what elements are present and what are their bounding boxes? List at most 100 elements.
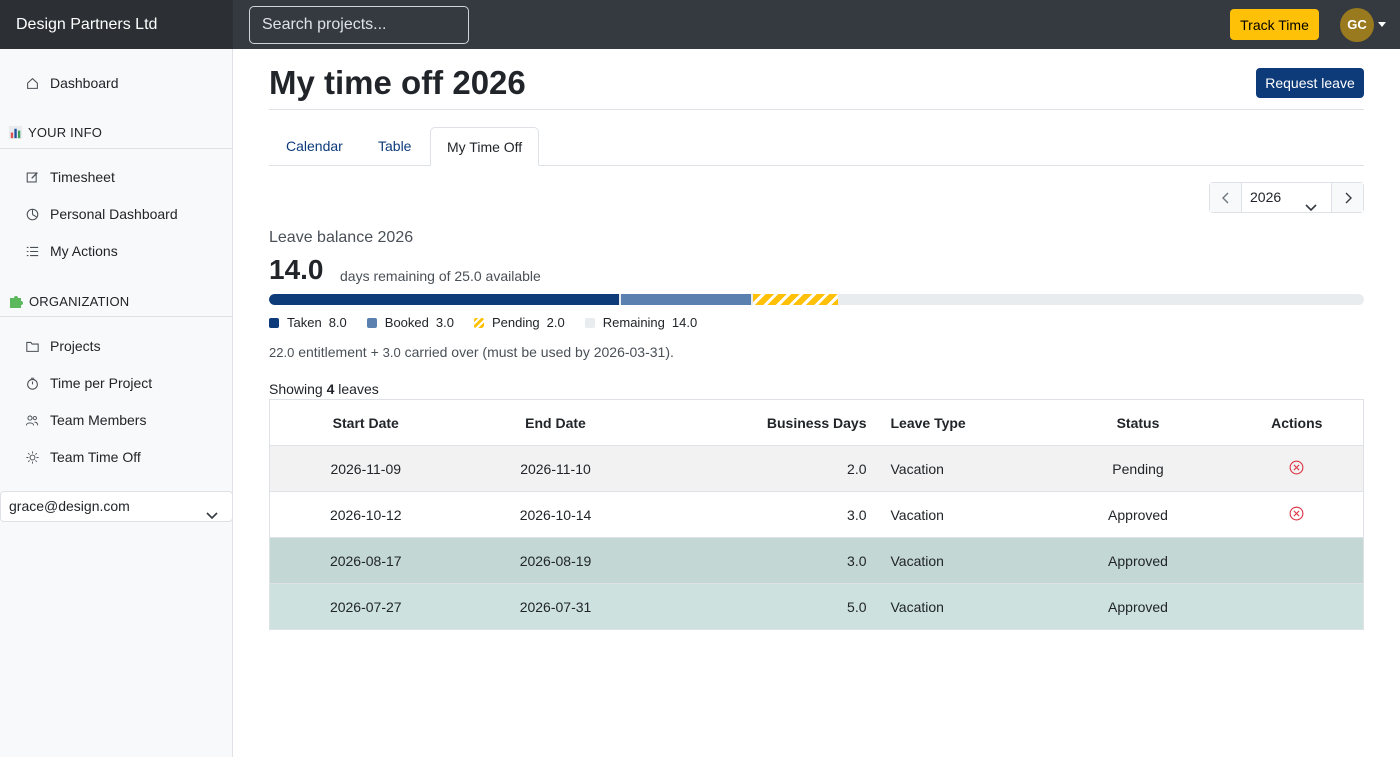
- track-time-button[interactable]: Track Time: [1230, 9, 1319, 40]
- column-header: Actions: [1230, 399, 1364, 446]
- legend-pending: Pending 2.0: [473, 315, 565, 330]
- business-days-cell: 2.0: [649, 445, 879, 492]
- status-cell: Approved: [1045, 491, 1231, 538]
- showing-count: Showing 4 leaves: [269, 381, 379, 397]
- search-input[interactable]: [249, 6, 469, 44]
- leaves-table: Start Date End Date Business Days Leave …: [269, 399, 1364, 630]
- table-row: 2026-10-12 2026-10-14 3.0 Vacation Appro…: [269, 491, 1364, 538]
- actions-cell: [1230, 445, 1364, 492]
- sidebar-item-time-per-project[interactable]: Time per Project: [24, 373, 152, 393]
- sidebar-item-label: Timesheet: [50, 169, 115, 185]
- leave-type-cell: Vacation: [878, 537, 1046, 584]
- table-row: 2026-08-17 2026-08-19 3.0 Vacation Appro…: [269, 537, 1364, 584]
- bar-segment-pending: [752, 294, 839, 305]
- end-date-cell: 2026-10-14: [461, 491, 650, 538]
- sidebar-item-dashboard[interactable]: Dashboard: [24, 73, 119, 93]
- actions-cell: [1230, 491, 1364, 538]
- sidebar: Dashboard YOUR INFO Timesheet Personal D…: [0, 49, 233, 757]
- section-heading-your-info: YOUR INFO: [8, 125, 102, 140]
- sidebar-item-my-actions[interactable]: My Actions: [24, 241, 118, 261]
- tab-calendar[interactable]: Calendar: [270, 127, 359, 166]
- sidebar-item-label: Dashboard: [50, 75, 119, 91]
- remaining-days-text: days remaining of 25.0 available: [340, 268, 541, 284]
- home-icon: [24, 75, 40, 91]
- title-divider: [269, 109, 1364, 110]
- business-days-cell: 3.0: [649, 537, 879, 584]
- sidebar-item-team-members[interactable]: Team Members: [24, 410, 146, 430]
- legend-swatch: [584, 317, 595, 328]
- cancel-leave-icon[interactable]: [1289, 506, 1304, 524]
- chevron-down-icon: [206, 501, 218, 530]
- bar-segment-taken: [269, 294, 620, 305]
- avatar[interactable]: GC: [1340, 8, 1374, 42]
- sidebar-item-personal-dashboard[interactable]: Personal Dashboard: [24, 204, 178, 224]
- people-icon: [24, 412, 40, 428]
- year-navigator: 2026: [1209, 182, 1364, 213]
- leave-balance-legend: Taken 8.0 Booked 3.0 Pending 2.0 Remaini…: [269, 315, 717, 330]
- tab-my-time-off[interactable]: My Time Off: [430, 127, 540, 166]
- leave-type-cell: Vacation: [878, 491, 1046, 538]
- pie-chart-icon: [24, 206, 40, 222]
- sidebar-item-label: Personal Dashboard: [50, 206, 178, 222]
- actions-cell: [1230, 537, 1364, 584]
- section-divider: [0, 148, 232, 149]
- sidebar-item-projects[interactable]: Projects: [24, 336, 101, 356]
- entitlement-note: 22.0 entitlement + 3.0 carried over (mus…: [269, 344, 674, 360]
- legend-swatch: [269, 317, 279, 328]
- folder-icon: [24, 338, 40, 354]
- previous-year-button[interactable]: [1210, 183, 1242, 212]
- leave-type-cell: Vacation: [878, 583, 1046, 630]
- request-leave-button[interactable]: Request leave: [1256, 68, 1364, 98]
- edit-icon: [24, 169, 40, 185]
- start-date-cell: 2026-07-27: [269, 583, 462, 630]
- chevron-left-icon: [1221, 192, 1228, 203]
- legend-taken: Taken 8.0: [269, 315, 347, 330]
- chevron-right-icon: [1345, 192, 1352, 203]
- end-date-cell: 2026-11-10: [461, 445, 650, 492]
- sidebar-item-label: Team Time Off: [50, 449, 141, 465]
- section-heading-organization: ORGANIZATION: [8, 293, 129, 309]
- end-date-cell: 2026-07-31: [461, 583, 650, 630]
- sun-icon: [24, 449, 40, 465]
- bar-chart-icon: [8, 125, 23, 140]
- cancel-leave-icon[interactable]: [1289, 460, 1304, 478]
- avatar-caret-icon[interactable]: [1378, 22, 1386, 27]
- column-header[interactable]: Business Days: [649, 399, 879, 446]
- stopwatch-icon: [24, 375, 40, 391]
- chevron-down-icon: [1305, 193, 1317, 222]
- year-select[interactable]: 2026: [1242, 183, 1331, 212]
- tab-table[interactable]: Table: [362, 127, 427, 166]
- legend-remaining: Remaining 14.0: [584, 315, 697, 330]
- page-title: My time off 2026: [269, 64, 526, 101]
- column-header[interactable]: Status: [1045, 399, 1231, 446]
- top-navbar: Design Partners Ltd Track Time GC: [0, 0, 1400, 49]
- legend-swatch: [366, 317, 377, 328]
- sidebar-item-label: My Actions: [50, 243, 118, 259]
- next-year-button[interactable]: [1331, 183, 1363, 212]
- sidebar-item-team-time-off[interactable]: Team Time Off: [24, 447, 141, 467]
- user-select[interactable]: grace@design.com: [0, 491, 233, 522]
- status-cell: Approved: [1045, 537, 1231, 584]
- leave-balance-title: Leave balance 2026: [269, 229, 414, 246]
- bar-segment-booked: [621, 294, 751, 305]
- leave-type-cell: Vacation: [878, 445, 1046, 492]
- actions-cell: [1230, 583, 1364, 630]
- section-divider: [0, 316, 232, 317]
- column-header[interactable]: End Date: [461, 399, 650, 446]
- business-days-cell: 5.0: [649, 583, 879, 630]
- leave-balance-bar: [269, 294, 1364, 305]
- business-days-cell: 3.0: [649, 491, 879, 538]
- column-header[interactable]: Start Date: [269, 399, 462, 446]
- sidebar-item-label: Projects: [50, 338, 101, 354]
- start-date-cell: 2026-10-12: [269, 491, 462, 538]
- column-header[interactable]: Leave Type: [878, 399, 1046, 446]
- legend-swatch: [473, 317, 484, 328]
- table-header-row: Start Date End Date Business Days Leave …: [269, 399, 1364, 446]
- status-cell: Pending: [1045, 445, 1231, 492]
- puzzle-icon: [8, 293, 24, 309]
- brand-name[interactable]: Design Partners Ltd: [0, 0, 233, 49]
- sidebar-item-timesheet[interactable]: Timesheet: [24, 167, 115, 187]
- list-icon: [24, 243, 40, 259]
- start-date-cell: 2026-11-09: [269, 445, 462, 492]
- table-row: 2026-07-27 2026-07-31 5.0 Vacation Appro…: [269, 583, 1364, 630]
